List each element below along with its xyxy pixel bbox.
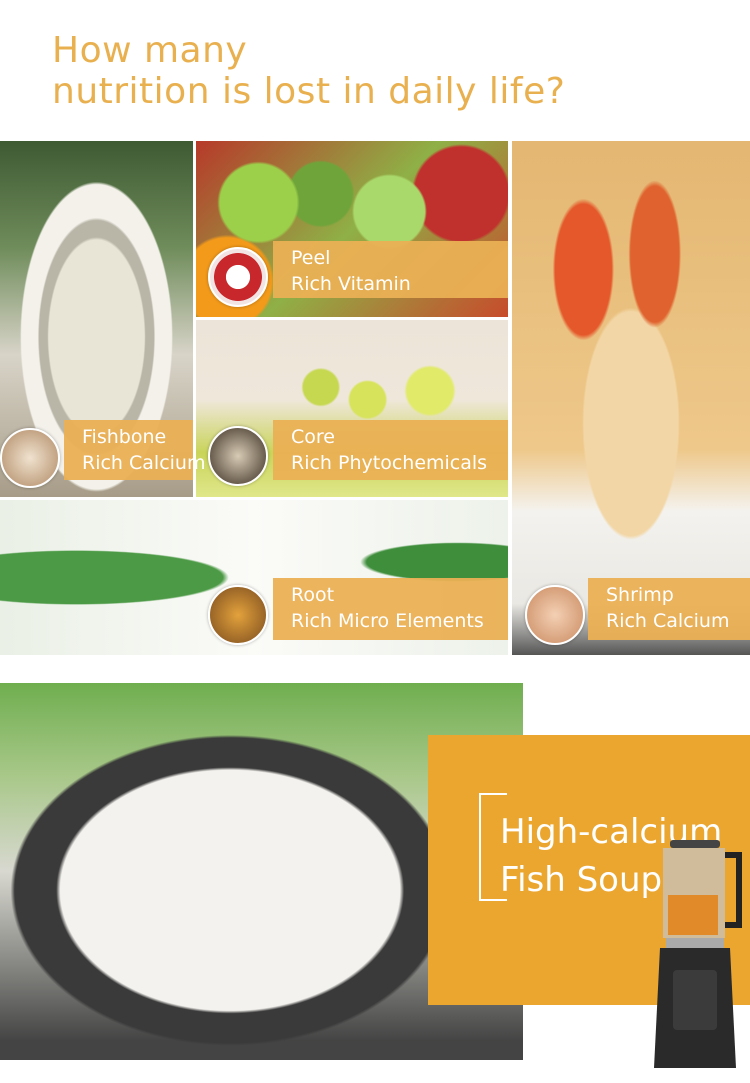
fishbone-thumbnail — [0, 428, 60, 488]
label-benefit: Rich Vitamin — [291, 273, 411, 295]
shrimp-label: Shrimp Rich Calcium — [588, 578, 750, 640]
label-name: Shrimp — [606, 584, 674, 606]
label-name: Root — [291, 584, 335, 606]
blender-image — [654, 840, 742, 1068]
root-thumbnail — [208, 585, 268, 645]
label-name: Peel — [291, 247, 331, 269]
label-benefit: Rich Phytochemicals — [291, 452, 488, 474]
label-benefit: Rich Micro Elements — [291, 610, 484, 632]
title-line-1: How many — [52, 30, 248, 71]
peel-label: Peel Rich Vitamin — [273, 241, 508, 298]
fishbone-label: Fishbone Rich Calcium — [64, 420, 206, 480]
root-label: Root Rich Micro Elements — [273, 578, 508, 640]
shrimp-thumbnail — [525, 585, 585, 645]
core-thumbnail — [208, 426, 268, 486]
core-label: Core Rich Phytochemicals — [273, 420, 508, 480]
label-name: Core — [291, 426, 335, 448]
title-line-2: nutrition is lost in daily life? — [52, 71, 566, 112]
label-benefit: Rich Calcium — [606, 610, 730, 632]
label-name: Fishbone — [82, 426, 167, 448]
label-benefit: Rich Calcium — [82, 452, 206, 474]
peel-thumbnail — [208, 247, 268, 307]
page-title: How many nutrition is lost in daily life… — [52, 30, 565, 112]
